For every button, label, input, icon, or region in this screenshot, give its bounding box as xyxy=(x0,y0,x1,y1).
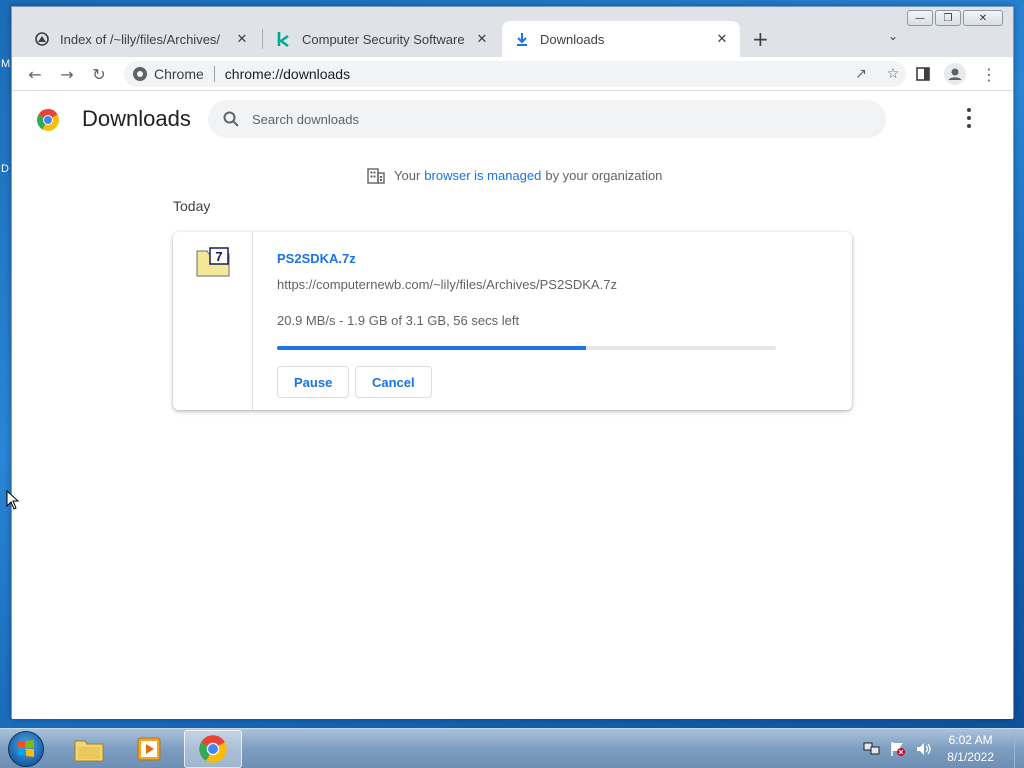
bookmark-star-icon[interactable]: ☆ xyxy=(884,65,902,83)
address-bar[interactable]: Chrome chrome://downloads ↗ ☆ xyxy=(124,61,906,87)
search-icon xyxy=(223,111,239,127)
maximize-button[interactable]: ❐ xyxy=(935,10,961,26)
windows-logo-icon xyxy=(18,740,34,757)
chrome-page-icon xyxy=(133,67,147,81)
new-tab-button[interactable]: + xyxy=(752,27,769,51)
search-downloads-box[interactable] xyxy=(208,100,886,138)
browser-window: — ❐ ✕ Index of /~lily/files/Archives/ ✕ … xyxy=(11,6,1014,719)
svg-text:7: 7 xyxy=(215,249,222,264)
back-arrow-icon[interactable]: ← xyxy=(24,63,46,85)
system-tray: 6:02 AM 8/1/2022 xyxy=(859,729,1024,768)
volume-icon[interactable] xyxy=(915,741,933,757)
chrome-logo-icon xyxy=(37,109,59,131)
downloads-page: Downloads Your browser is managed by you… xyxy=(12,92,1013,719)
managed-prefix: Your xyxy=(394,167,421,183)
forward-arrow-icon[interactable]: → xyxy=(56,63,78,85)
profile-avatar-icon[interactable] xyxy=(944,63,966,85)
date-section-heading: Today xyxy=(173,198,211,214)
taskbar-chrome-button[interactable] xyxy=(184,730,242,768)
minimize-button[interactable]: — xyxy=(907,10,933,26)
tab-computer-security[interactable]: Computer Security Software for Home ✕ xyxy=(264,21,500,57)
close-window-button[interactable]: ✕ xyxy=(963,10,1003,26)
omnibox-divider xyxy=(213,66,215,82)
pause-button[interactable]: Pause xyxy=(277,366,350,398)
tab-title: Computer Security Software for Home xyxy=(302,31,466,47)
file-icon-column: 7 xyxy=(173,232,253,410)
archive-icon xyxy=(34,31,50,47)
close-tab-icon[interactable]: ✕ xyxy=(714,31,730,47)
building-icon xyxy=(367,168,385,184)
file-source-url[interactable]: https://computernewb.com/~lily/files/Arc… xyxy=(277,277,617,292)
downloads-menu-icon[interactable] xyxy=(967,108,971,128)
search-downloads-input[interactable] xyxy=(252,111,812,127)
system-clock[interactable]: 6:02 AM 8/1/2022 xyxy=(947,732,994,766)
site-chip-label: Chrome xyxy=(154,66,204,82)
clock-date: 8/1/2022 xyxy=(947,750,994,764)
browser-menu-icon[interactable]: ⋮ xyxy=(978,63,1000,85)
tab-search-chevron-icon[interactable]: ⌄ xyxy=(888,29,898,43)
reload-icon[interactable]: ↻ xyxy=(88,63,110,85)
download-progress-bar xyxy=(277,346,776,350)
network-icon[interactable] xyxy=(863,741,881,757)
folder-icon xyxy=(74,740,104,762)
desktop-icon-label-fragment: M xyxy=(1,58,11,70)
side-panel-icon[interactable] xyxy=(912,63,934,85)
site-info-chip[interactable]: Chrome xyxy=(124,66,204,82)
tab-index-of-archives[interactable]: Index of /~lily/files/Archives/ ✕ xyxy=(22,21,260,57)
desktop-icon-label-fragment: D xyxy=(1,163,9,175)
browser-toolbar: ← → ↻ Chrome chrome://downloads ↗ ☆ ⋮ xyxy=(12,57,1013,91)
url-text: chrome://downloads xyxy=(224,66,351,82)
tab-divider xyxy=(262,29,263,49)
start-button[interactable] xyxy=(8,731,44,767)
page-header: Downloads xyxy=(12,92,1013,148)
close-tab-icon[interactable]: ✕ xyxy=(234,31,250,47)
file-name-link[interactable]: PS2SDKA.7z xyxy=(277,251,356,266)
7z-archive-file-icon: 7 xyxy=(196,247,230,277)
windows-taskbar: 6:02 AM 8/1/2022 xyxy=(0,728,1024,768)
managed-suffix: by your organization xyxy=(545,167,663,183)
tab-strip: — ❐ ✕ Index of /~lily/files/Archives/ ✕ … xyxy=(12,7,1013,57)
close-tab-icon[interactable]: ✕ xyxy=(474,31,490,47)
taskbar-media-player-button[interactable] xyxy=(120,730,178,768)
action-center-flag-icon[interactable] xyxy=(889,741,907,757)
clock-time: 6:02 AM xyxy=(948,733,993,747)
download-progress-status: 20.9 MB/s - 1.9 GB of 3.1 GB, 56 secs le… xyxy=(277,313,520,328)
mouse-cursor-icon xyxy=(6,490,20,510)
browser-managed-link[interactable]: browser is managed xyxy=(424,168,541,183)
managed-notice: Your browser is managed by your organiza… xyxy=(367,166,662,184)
tab-title: Index of /~lily/files/Archives/ xyxy=(60,31,221,47)
kaspersky-k-icon xyxy=(276,31,292,47)
download-item-card: 7 PS2SDKA.7z https://computernewb.com/~l… xyxy=(173,232,852,410)
taskbar-explorer-button[interactable] xyxy=(60,730,118,768)
cancel-button[interactable]: Cancel xyxy=(355,366,432,398)
window-controls: — ❐ ✕ xyxy=(907,10,1003,26)
tab-title: Downloads xyxy=(540,31,605,47)
chrome-taskbar-icon xyxy=(199,735,227,763)
media-player-icon xyxy=(137,737,161,761)
share-icon[interactable]: ↗ xyxy=(852,65,870,83)
page-title: Downloads xyxy=(82,106,191,131)
tab-downloads[interactable]: Downloads ✕ xyxy=(502,21,740,57)
show-desktop-button[interactable] xyxy=(1014,729,1024,768)
download-arrow-icon xyxy=(514,31,530,47)
download-progress-fill xyxy=(277,346,587,350)
